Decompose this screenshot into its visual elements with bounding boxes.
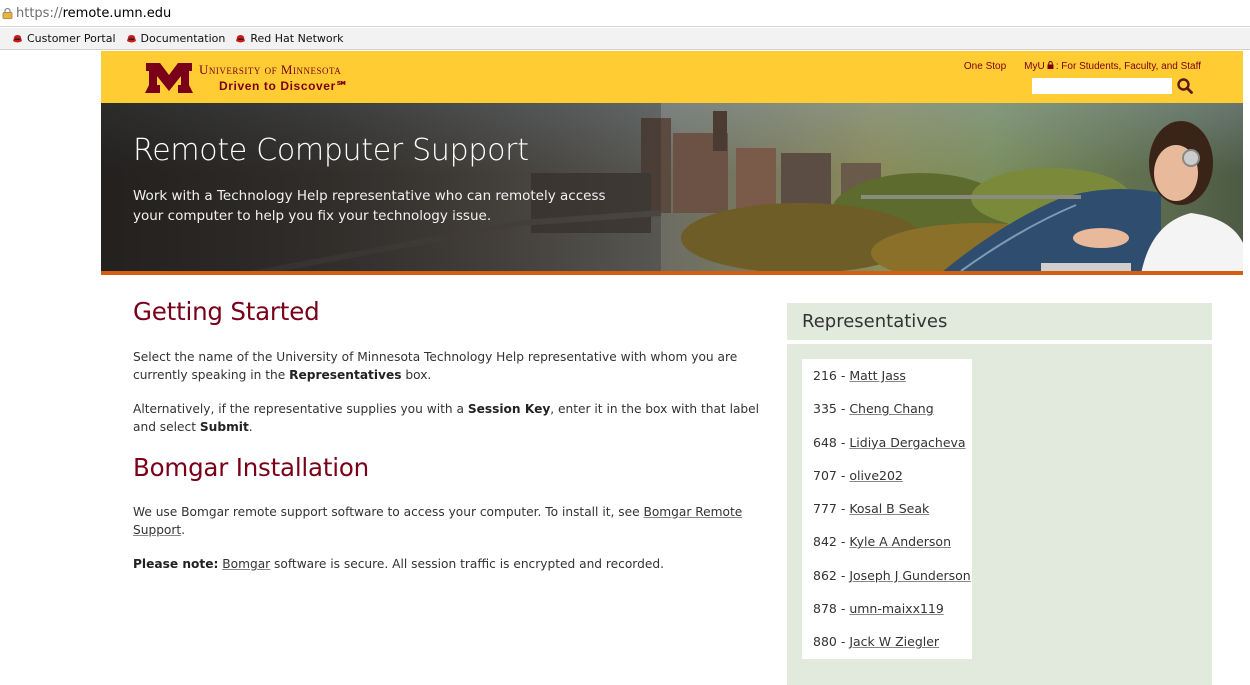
lock-icon <box>1047 61 1054 69</box>
representative-id: 335 <box>813 401 837 417</box>
representative-id: 648 <box>813 434 837 450</box>
text: . <box>181 523 186 537</box>
bookmarks-bar: Customer Portal Documentation Red Hat Ne… <box>0 28 1250 50</box>
representative-item[interactable]: 777 - Kosal B Seak <box>802 492 972 525</box>
page-title: Remote Computer Support <box>133 133 529 168</box>
separator: - <box>836 434 850 450</box>
umn-block-m-logo[interactable] <box>145 63 193 93</box>
bold-text: Submit <box>199 420 249 434</box>
representative-id: 880 <box>813 634 837 650</box>
getting-started-paragraph-2: Alternatively, if the representative sup… <box>133 400 773 436</box>
separator: - <box>836 601 850 617</box>
bold-text: Representatives <box>289 368 402 382</box>
separator: - <box>836 567 850 583</box>
representative-item[interactable]: 880 - Jack W Ziegler <box>802 625 972 658</box>
search-icon <box>1177 78 1193 94</box>
lock-icon <box>2 8 13 19</box>
text: We use Bomgar remote support software to… <box>133 505 644 519</box>
separator: - <box>836 368 850 383</box>
representative-item[interactable]: 878 - umn-maixx119 <box>802 592 972 625</box>
getting-started-heading: Getting Started <box>133 297 320 326</box>
redhat-icon <box>13 34 22 42</box>
text: Select the name of the University of Min… <box>133 350 738 382</box>
myu-description: : For Students, Faculty, and Staff <box>1055 61 1201 72</box>
representative-id: 878 <box>813 601 837 617</box>
representative-id: 216 <box>813 368 837 383</box>
bomgar-link[interactable]: Bomgar <box>222 557 270 571</box>
url-scheme: https:// <box>16 5 63 21</box>
representative-id: 862 <box>813 567 837 583</box>
bookmark-red-hat-network[interactable]: Red Hat Network <box>235 32 344 45</box>
separator: - <box>836 467 850 483</box>
representative-name-link[interactable]: Lidiya Dergacheva <box>849 435 965 450</box>
separator: - <box>836 534 850 550</box>
representative-name-link[interactable]: Cheng Chang <box>849 401 933 416</box>
representative-name-link[interactable]: Joseph J Gunderson <box>849 568 970 583</box>
address-bar[interactable]: https://remote.umn.edu <box>0 0 1250 27</box>
bold-text: Session Key <box>467 402 551 416</box>
representative-name-link[interactable]: olive202 <box>849 468 903 483</box>
redhat-icon <box>126 34 136 42</box>
bookmark-label: Red Hat Network <box>250 32 344 45</box>
text: software is secure. All session traffic … <box>270 557 664 571</box>
bomgar-paragraph-2: Please note: Bomgar software is secure. … <box>133 555 773 573</box>
bookmark-label: Documentation <box>140 32 226 45</box>
bookmark-documentation[interactable]: Documentation <box>126 32 226 45</box>
myu-link[interactable]: MyU <box>1024 61 1045 72</box>
university-name[interactable]: University of Minnesota <box>199 62 341 78</box>
representative-id: 707 <box>813 467 837 483</box>
redhat-icon <box>236 34 246 42</box>
bookmark-customer-portal[interactable]: Customer Portal <box>12 32 116 45</box>
bomgar-installation-heading: Bomgar Installation <box>133 453 369 482</box>
representative-id: 777 <box>813 501 837 517</box>
representative-name-link[interactable]: Jack W Ziegler <box>849 634 939 649</box>
hero-accent-stripe <box>101 271 1243 275</box>
search-button[interactable] <box>1173 77 1197 97</box>
representative-name-link[interactable]: umn-maixx119 <box>849 601 944 616</box>
representative-id: 842 <box>813 534 837 550</box>
text: . <box>248 420 253 434</box>
search-input[interactable] <box>1032 78 1172 94</box>
representative-item[interactable]: 648 - Lidiya Dergacheva <box>802 426 972 459</box>
getting-started-paragraph-1: Select the name of the University of Min… <box>133 348 773 384</box>
representative-name-link[interactable]: Kyle A Anderson <box>849 534 951 549</box>
representative-item[interactable]: 862 - Joseph J Gunderson <box>802 559 972 592</box>
url-host: remote.umn.edu <box>62 5 172 21</box>
text: Alternatively, if the representative sup… <box>133 402 468 416</box>
representatives-list: 216 - Matt Jass 335 - Cheng Chang 648 - Li… <box>802 359 972 659</box>
text: box. <box>401 368 432 382</box>
separator: - <box>836 501 850 517</box>
bookmark-label: Customer Portal <box>27 32 116 45</box>
representatives-title: Representatives <box>802 311 948 332</box>
representative-item[interactable]: 842 - Kyle A Anderson <box>802 525 972 558</box>
hero-subtitle: Work with a Technology Help representati… <box>133 188 606 224</box>
top-links: One Stop MyU : For Students, Faculty, an… <box>964 61 1201 72</box>
hero-banner: Remote Computer Support Work with a Tech… <box>101 103 1243 274</box>
bomgar-paragraph-1: We use Bomgar remote support software to… <box>133 503 773 539</box>
representative-name-link[interactable]: Kosal B Seak <box>849 501 929 516</box>
one-stop-link[interactable]: One Stop <box>964 61 1006 72</box>
separator: - <box>836 634 850 650</box>
representatives-panel-header: Representatives <box>787 303 1212 340</box>
representative-item[interactable]: 335 - Cheng Chang <box>802 392 972 425</box>
representative-item[interactable]: 707 - olive202 <box>802 459 972 492</box>
separator: - <box>836 401 850 417</box>
representative-item[interactable]: 216 - Matt Jass <box>802 359 972 392</box>
tagline: Driven to Discover℠ <box>219 79 349 93</box>
university-header: University of Minnesota Driven to Discov… <box>101 51 1243 103</box>
representative-name-link[interactable]: Matt Jass <box>849 368 906 383</box>
bold-text: Please note: <box>133 557 219 571</box>
